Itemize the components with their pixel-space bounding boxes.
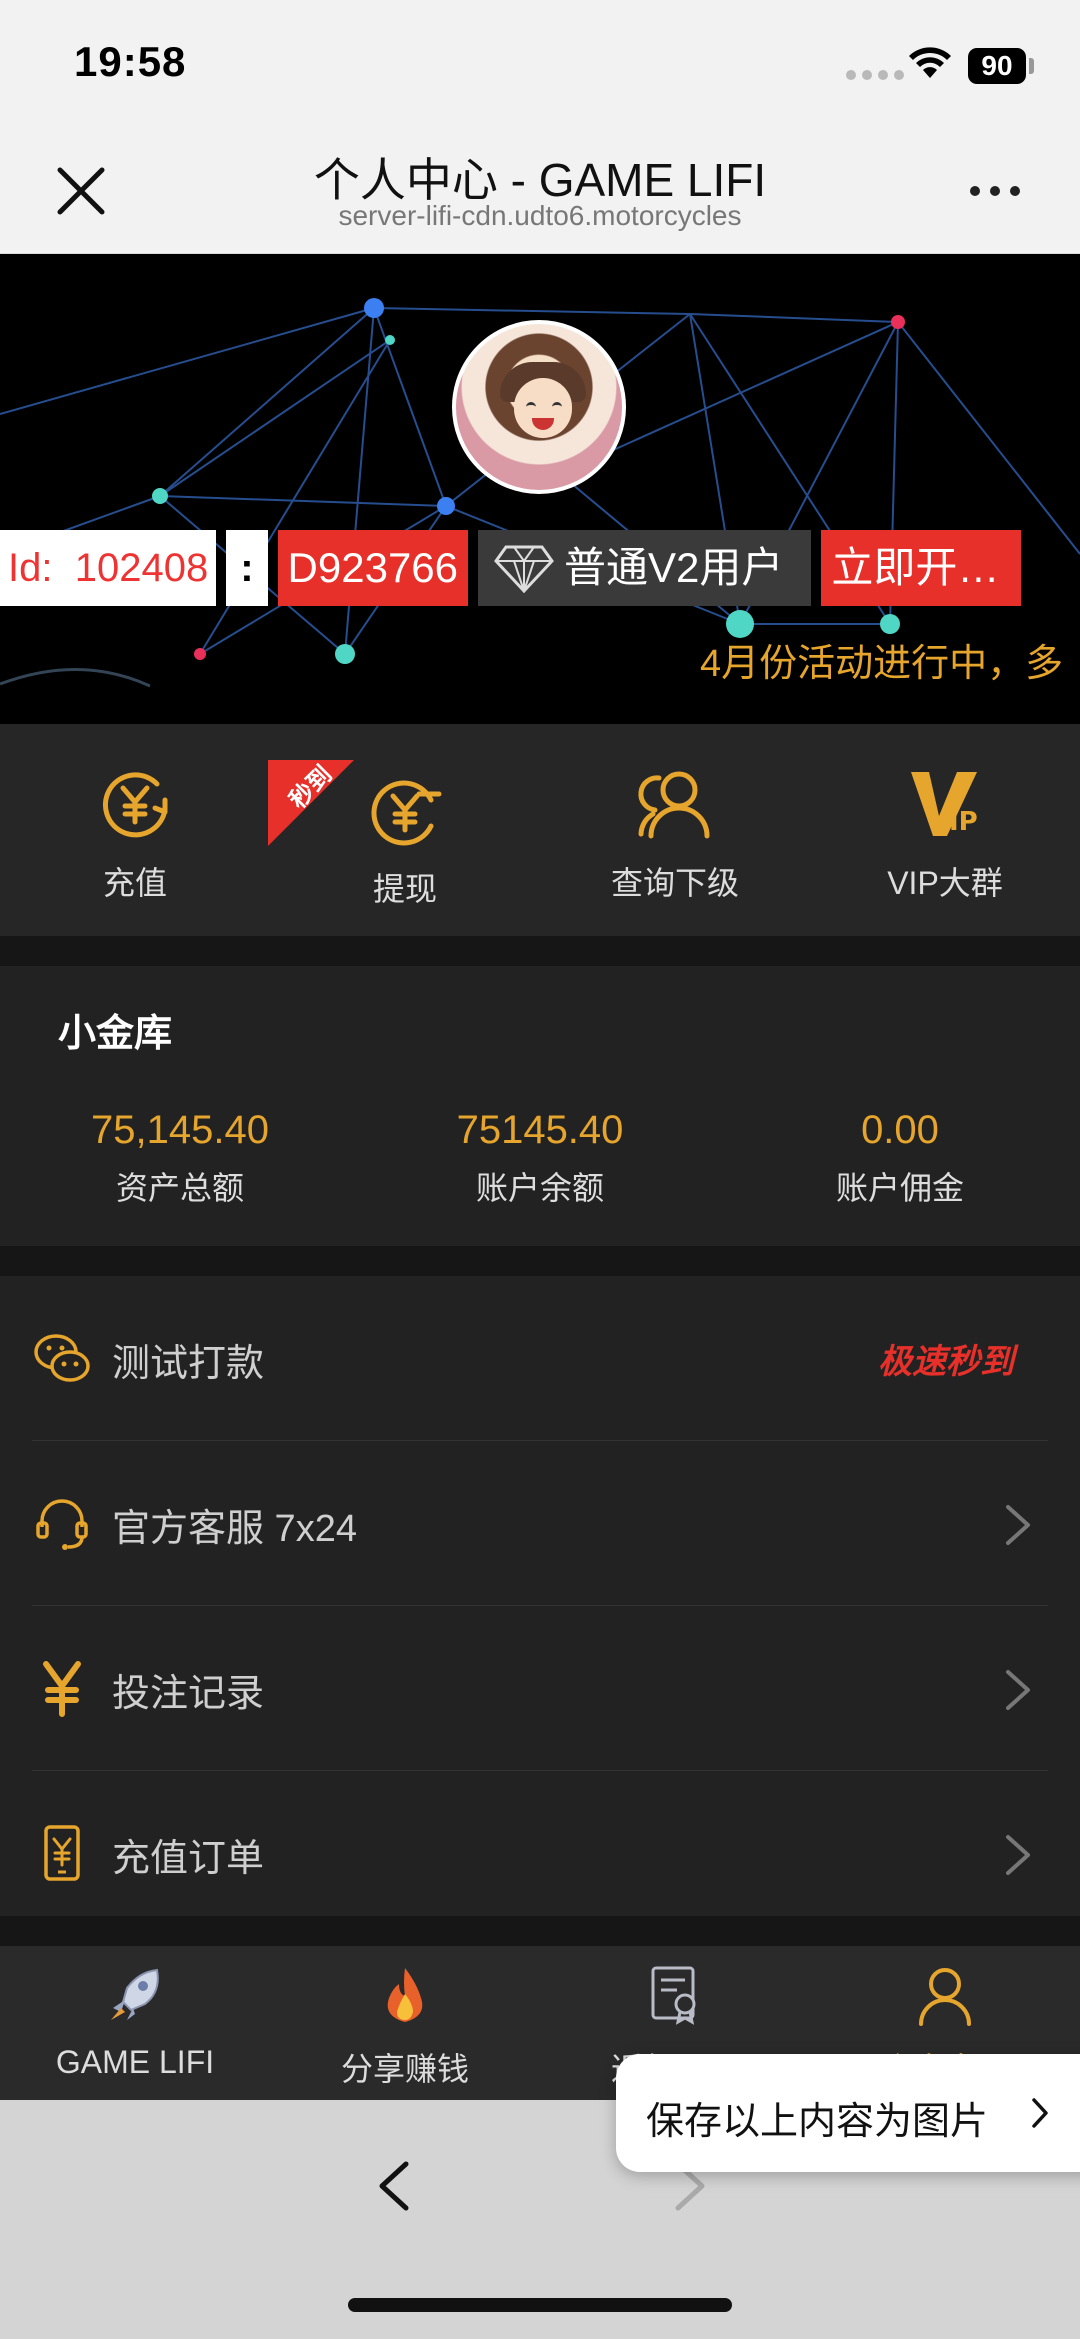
save-as-image-button[interactable]: 保存以上内容为图片 xyxy=(616,2054,1080,2172)
menu-item-label: 官方客服 7x24 xyxy=(112,1508,357,1550)
svg-text:IP: IP xyxy=(949,807,978,837)
query-subordinates-button[interactable]: 查询下级 xyxy=(540,724,810,936)
menu-item-label: 充值订单 xyxy=(112,1838,265,1880)
withdraw-label: 提现 xyxy=(372,871,437,907)
yuan-withdraw-icon xyxy=(371,780,442,846)
vip-group-label: VIP大群 xyxy=(887,865,1003,901)
save-as-image-label: 保存以上内容为图片 xyxy=(646,2101,989,2143)
user-id: Id: 102408 xyxy=(0,530,217,606)
browser-header: 个人中心 - GAME LIFI server-lifi-cdn.udto6.m… xyxy=(0,130,1080,254)
query-subordinates-label: 查询下级 xyxy=(610,865,739,901)
menu-list: 测试打款 极速秒到 官方客服 7x24 投注记录 充值订单 xyxy=(0,1276,1080,1916)
status-time: 19:58 xyxy=(74,38,187,85)
open-vip-button[interactable]: 立即开… xyxy=(821,530,1022,606)
vip-group-button[interactable]: IP VIP大群 xyxy=(810,724,1080,936)
back-icon[interactable] xyxy=(370,2158,420,2214)
battery-cap xyxy=(1029,58,1034,74)
account-commission: 0.00 账户佣金 xyxy=(720,1108,1080,1209)
menu-item-test-payout[interactable]: 测试打款 极速秒到 xyxy=(0,1276,1080,1441)
yuan-icon xyxy=(43,1661,81,1717)
battery-icon: 90 xyxy=(968,48,1026,84)
home-indicator[interactable] xyxy=(348,2298,732,2312)
tab-label: 分享赚钱 xyxy=(340,2051,469,2087)
phone-yuan-icon xyxy=(44,1825,80,1881)
rocket-icon xyxy=(111,1968,159,2020)
total-assets-value: 75,145.40 xyxy=(91,1108,269,1152)
certificate-icon xyxy=(651,1966,696,2025)
wallet-panel: 小金库 75,145.40 资产总额 75145.40 账户余额 0.00 账户… xyxy=(0,966,1080,1246)
wifi-icon xyxy=(909,47,951,78)
menu-item-recharge-orders[interactable]: 充值订单 xyxy=(0,1771,1080,1936)
fire-icon xyxy=(387,1968,423,2022)
tab-game-lifi[interactable]: GAME LIFI xyxy=(0,1946,270,2100)
chevron-right-icon xyxy=(1032,2098,1048,2128)
chevron-right-icon xyxy=(1006,1670,1030,1710)
quick-actions: 充值 提现 秒到 查询下级 IP VIP大群 xyxy=(0,724,1080,936)
menu-item-label: 测试打款 xyxy=(112,1343,265,1385)
wechat-icon xyxy=(34,1334,90,1382)
id-separator: : xyxy=(226,530,268,606)
diamond-icon xyxy=(494,545,554,593)
menu-item-bet-records[interactable]: 投注记录 xyxy=(0,1606,1080,1771)
account-commission-label: 账户佣金 xyxy=(835,1170,964,1206)
total-assets: 75,145.40 资产总额 xyxy=(0,1108,360,1209)
menu-item-customer-service[interactable]: 官方客服 7x24 xyxy=(0,1441,1080,1606)
tab-share-earn[interactable]: 分享赚钱 xyxy=(270,1946,540,2100)
menu-item-label: 投注记录 xyxy=(112,1673,265,1715)
user-id-row: Id: 102408 : D923766 普通V2用户 立即开… xyxy=(0,530,1022,606)
cellular-signal-icon xyxy=(846,70,904,80)
total-assets-label: 资产总额 xyxy=(115,1170,244,1206)
announcement-marquee[interactable]: 4月份活动进行中，多 xyxy=(700,632,1063,687)
recharge-button[interactable]: 充值 xyxy=(0,724,270,936)
more-options-icon[interactable] xyxy=(970,186,1020,196)
invite-code: D923766 xyxy=(277,530,469,606)
recharge-label: 充值 xyxy=(102,865,167,901)
profile-hero: Id: 102408 : D923766 普通V2用户 立即开… 4月份活动进行… xyxy=(0,254,1080,724)
vip-icon: IP xyxy=(911,772,978,837)
user-id-label: Id: xyxy=(8,546,53,590)
avatar[interactable] xyxy=(452,320,626,494)
account-commission-value: 0.00 xyxy=(861,1108,939,1152)
chevron-right-icon xyxy=(1006,1505,1030,1545)
account-balance-label: 账户余额 xyxy=(475,1170,604,1206)
user-level-badge: 普通V2用户 xyxy=(478,530,812,606)
person-icon xyxy=(919,1968,971,2026)
instant-arrival-tag: 秒到 xyxy=(268,760,354,846)
users-icon xyxy=(638,771,710,839)
account-balance-value: 75145.40 xyxy=(456,1108,624,1152)
account-balance: 75145.40 账户余额 xyxy=(360,1108,720,1209)
user-level-label: 普通V2用户 xyxy=(564,544,784,591)
speed-arrival-badge-label: 极速秒到 xyxy=(878,1343,1014,1381)
headset-icon xyxy=(36,1499,88,1550)
status-bar: 19:58 90 xyxy=(0,0,1080,130)
wallet-title: 小金库 xyxy=(58,1013,173,1055)
yuan-recharge-icon xyxy=(102,772,168,838)
speed-arrival-badge: 极速秒到 xyxy=(878,1334,1014,1383)
tab-label: GAME LIFI xyxy=(55,2044,215,2080)
chevron-right-icon xyxy=(1006,1835,1030,1875)
user-id-value: 102408 xyxy=(74,546,209,590)
page-url: server-lifi-cdn.udto6.motorcycles xyxy=(338,200,742,231)
